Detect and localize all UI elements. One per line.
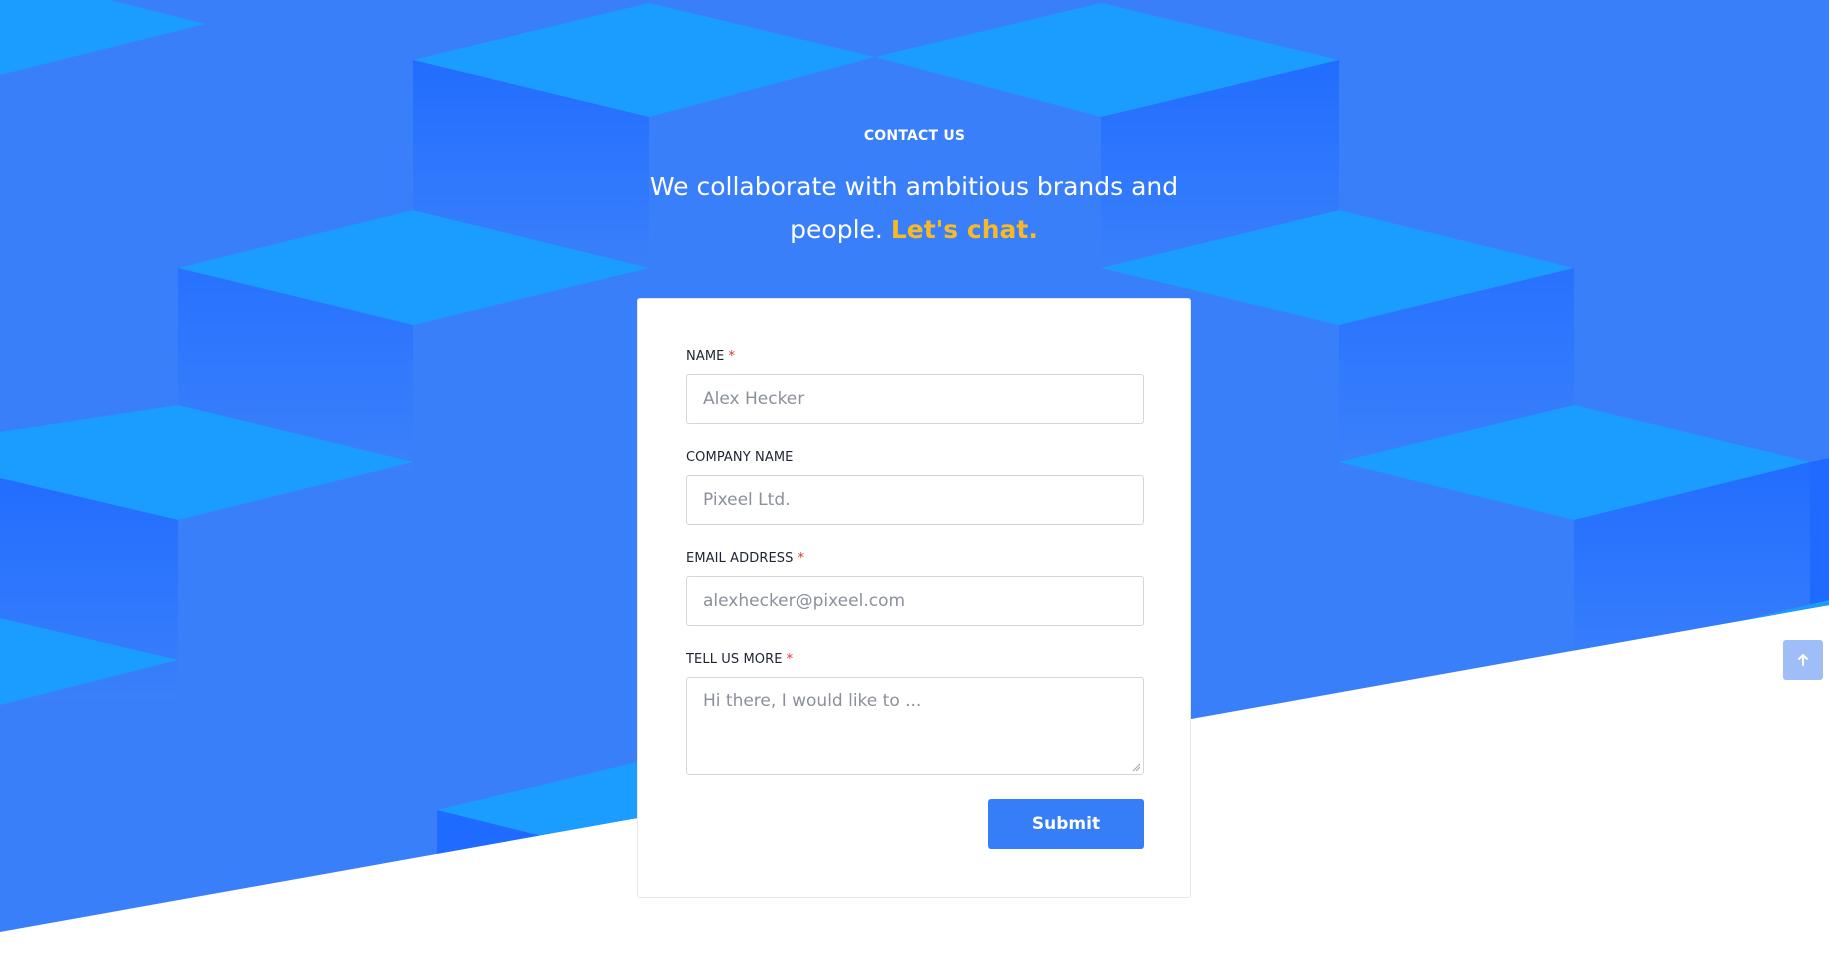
email-input[interactable]: alexhecker@pixeel.com [686,576,1144,626]
arrow-up-icon [1798,654,1808,666]
email-label: EMAIL ADDRESS * [686,551,804,566]
company-placeholder: Pixeel Ltd. [703,490,791,510]
message-label-text: TELL US MORE [686,652,783,667]
message-label: TELL US MORE * [686,652,793,667]
email-label-text: EMAIL ADDRESS [686,551,794,566]
resize-grip-icon[interactable] [1132,763,1141,772]
contact-form-card: NAME * Alex Hecker COMPANY NAME Pixeel Lt… [637,298,1191,898]
name-placeholder: Alex Hecker [703,389,805,409]
name-label: NAME * [686,349,735,364]
name-input[interactable]: Alex Hecker [686,374,1144,424]
email-placeholder: alexhecker@pixeel.com [703,591,906,611]
message-textarea[interactable]: Hi there, I would like to ... [686,677,1144,775]
name-label-text: NAME [686,349,725,364]
company-input[interactable]: Pixeel Ltd. [686,475,1144,525]
page-headline: We collaborate with ambitious brands and… [614,165,1214,251]
headline-accent: Let's chat. [890,215,1038,244]
scroll-to-top-button[interactable] [1783,640,1823,680]
submit-button[interactable]: Submit [988,799,1144,849]
headline-line1: We collaborate with ambitious brands and [649,172,1179,201]
headline-line2: people. [790,215,883,244]
section-eyebrow: CONTACT US [863,128,966,144]
company-label: COMPANY NAME [686,450,793,465]
contact-page: CONTACT US We collaborate with ambitious… [0,0,1829,954]
required-mark: * [728,349,736,364]
required-mark: * [797,551,805,566]
message-placeholder: Hi there, I would like to ... [703,691,922,711]
required-mark: * [786,652,794,667]
company-label-text: COMPANY NAME [686,450,794,465]
